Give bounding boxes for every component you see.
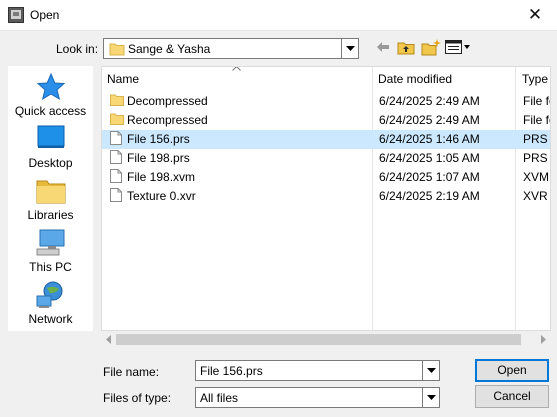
- folder-icon: [109, 43, 125, 56]
- scroll-right-icon[interactable]: [541, 335, 546, 344]
- new-folder-icon[interactable]: [421, 39, 441, 56]
- chevron-down-icon: [427, 395, 436, 400]
- place-label: Quick access: [14, 104, 87, 118]
- file-icon: [110, 131, 122, 145]
- open-button[interactable]: Open: [475, 359, 549, 382]
- file-name-cell: File 198.prs: [127, 151, 190, 165]
- file-icon: [110, 188, 122, 202]
- file-name-input[interactable]: File 156.prs: [195, 360, 440, 381]
- file-name-cell: File 198.xvm: [127, 170, 196, 184]
- file-type-cell: XVM: [523, 170, 550, 184]
- file-icon: [110, 150, 122, 164]
- close-button[interactable]: ✕: [519, 2, 551, 28]
- cancel-button[interactable]: Cancel: [475, 385, 549, 408]
- file-date-cell: 6/24/2025 1:07 AM: [379, 170, 480, 184]
- place-network[interactable]: Network: [8, 280, 93, 326]
- scroll-left-icon[interactable]: [106, 335, 111, 344]
- horizontal-scrollbar[interactable]: [101, 331, 551, 348]
- app-icon: [8, 7, 24, 23]
- file-row[interactable]: File 198.xvm 6/24/2025 1:07 AM XVM: [102, 168, 550, 187]
- file-type-select[interactable]: All files: [195, 387, 440, 408]
- file-type-cell: XVR F: [523, 189, 550, 203]
- chevron-down-icon: [427, 368, 436, 373]
- file-name-value: File 156.prs: [200, 364, 263, 378]
- network-icon: [36, 281, 62, 308]
- look-in-dropdown-button[interactable]: [341, 39, 358, 58]
- column-header-type[interactable]: Type: [517, 67, 550, 91]
- file-row[interactable]: File 198.prs 6/24/2025 1:05 AM PRS F: [102, 149, 550, 168]
- file-type-cell: File fo: [523, 94, 550, 108]
- place-libraries[interactable]: Libraries: [8, 176, 93, 222]
- star-icon: [36, 72, 65, 101]
- file-date-cell: 6/24/2025 2:49 AM: [379, 113, 480, 127]
- file-type-value: All files: [200, 391, 239, 405]
- place-label: Network: [28, 312, 73, 326]
- file-date-cell: 6/24/2025 1:46 AM: [379, 132, 480, 146]
- place-label: This PC: [29, 260, 72, 274]
- look-in-dropdown[interactable]: Sange & Yasha: [103, 38, 359, 59]
- file-date-cell: 6/24/2025 1:05 AM: [379, 151, 480, 165]
- file-row-selected[interactable]: File 156.prs 6/24/2025 1:46 AM PRS F: [102, 130, 550, 149]
- look-in-label: Look in:: [56, 42, 99, 56]
- file-name-dropdown-button[interactable]: [422, 361, 439, 380]
- file-date-cell: 6/24/2025 2:49 AM: [379, 94, 480, 108]
- folder-icon: [110, 94, 124, 106]
- file-icon: [110, 169, 122, 183]
- file-date-cell: 6/24/2025 2:19 AM: [379, 189, 480, 203]
- file-row[interactable]: Decompressed 6/24/2025 2:49 AM File fo: [102, 92, 550, 111]
- file-type-cell: PRS F: [523, 151, 550, 165]
- file-type-cell: File fo: [523, 113, 550, 127]
- file-list[interactable]: Name Date modified Type Decompressed 6/2…: [101, 66, 551, 331]
- file-name-cell: Recompressed: [127, 113, 208, 127]
- view-menu-icon[interactable]: [445, 40, 471, 54]
- up-folder-icon[interactable]: [397, 39, 415, 55]
- back-arrow-icon[interactable]: [376, 41, 390, 53]
- libraries-icon: [36, 180, 65, 204]
- folder-icon: [110, 113, 124, 125]
- window-title: Open: [30, 8, 60, 22]
- computer-icon: [36, 229, 64, 256]
- column-header-date[interactable]: Date modified: [373, 67, 515, 91]
- scrollbar-thumb[interactable]: [116, 334, 521, 345]
- place-label: Libraries: [27, 208, 74, 222]
- file-name-cell: Decompressed: [127, 94, 208, 108]
- place-label: Desktop: [28, 156, 73, 170]
- place-quick-access[interactable]: Quick access: [8, 72, 93, 118]
- places-bar: Quick access Desktop Libraries This PC N…: [8, 66, 93, 331]
- file-row[interactable]: Recompressed 6/24/2025 2:49 AM File fo: [102, 111, 550, 130]
- file-name-label: File name:: [103, 365, 160, 379]
- file-type-label: Files of type:: [103, 391, 172, 405]
- title-bar: Open ✕: [0, 0, 557, 31]
- file-name-cell: File 156.prs: [127, 132, 190, 146]
- place-this-pc[interactable]: This PC: [8, 228, 93, 274]
- file-row[interactable]: Texture 0.xvr 6/24/2025 2:19 AM XVR F: [102, 187, 550, 206]
- place-desktop[interactable]: Desktop: [8, 124, 93, 170]
- desktop-icon: [37, 125, 64, 148]
- chevron-down-icon: [346, 46, 355, 51]
- look-in-value: Sange & Yasha: [128, 42, 211, 56]
- column-header-name[interactable]: Name: [102, 67, 372, 91]
- file-name-cell: Texture 0.xvr: [127, 189, 196, 203]
- file-type-dropdown-button[interactable]: [422, 388, 439, 407]
- file-type-cell: PRS F: [523, 132, 550, 146]
